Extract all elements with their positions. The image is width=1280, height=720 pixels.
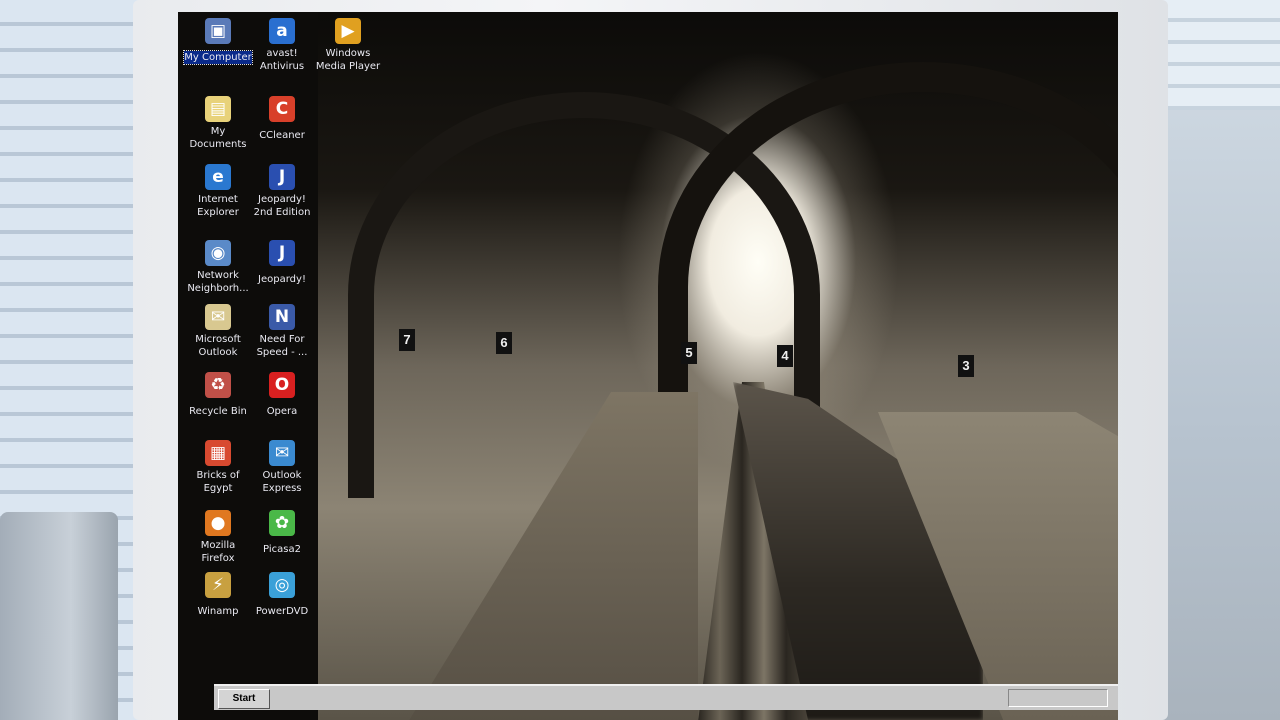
winamp-icon: ⚡ <box>205 572 231 598</box>
picasa-icon: ✿ <box>269 510 295 536</box>
opera-icon: O <box>269 372 295 398</box>
desktop-icon-label: Jeopardy! 2nd Edition <box>253 194 311 218</box>
platform-sign: 6 <box>496 332 512 354</box>
desktop-icon-label: Jeopardy! <box>258 274 306 285</box>
recycle-bin-icon: ♻ <box>205 372 231 398</box>
desktop-icon-label: Opera <box>266 406 298 417</box>
desktop-icon[interactable]: ◎ PowerDVD <box>240 572 324 619</box>
desktop-icon[interactable]: J Jeopardy! 2nd Edition <box>240 164 324 220</box>
powerdvd-icon: ◎ <box>269 572 295 598</box>
firefox-icon: ● <box>205 510 231 536</box>
desktop-icon-label: Internet Explorer <box>197 194 239 218</box>
desktop-icon-label: Winamp <box>197 606 239 617</box>
desktop-icon-label: PowerDVD <box>255 606 309 617</box>
platform-sign: 7 <box>399 329 415 351</box>
desktop-icon[interactable]: N Need For Speed - ... <box>240 304 324 360</box>
jeopardy-icon: J <box>269 240 295 266</box>
network-icon: ◉ <box>205 240 231 266</box>
desktop-icon-label: Recycle Bin <box>189 406 247 417</box>
desktop-icon[interactable]: C CCleaner <box>240 96 324 143</box>
system-tray[interactable] <box>1008 689 1108 707</box>
avast-icon: a <box>269 18 295 44</box>
desktop-icon-label: Mozilla Firefox <box>200 540 236 564</box>
desktop-screen: 7 6 5 4 3 ▣ My Computer a avast! Antivirus ▶… <box>178 12 1118 720</box>
computer-icon: ▣ <box>205 18 231 44</box>
desk-object <box>0 512 118 720</box>
platform-sign: 4 <box>777 345 793 367</box>
desktop-icon-label: Need For Speed - ... <box>256 334 308 358</box>
desktop-icon[interactable]: ✿ Picasa2 <box>240 510 324 557</box>
jeopardy-icon: J <box>269 164 295 190</box>
desktop-icon-label: My Documents <box>189 126 247 150</box>
desktop-icon-label: avast! Antivirus <box>259 48 305 72</box>
bricks-icon: ▦ <box>205 440 231 466</box>
start-button[interactable]: Start <box>218 689 270 709</box>
desktop-icon-label: CCleaner <box>259 130 305 141</box>
desktop-icon-label: Microsoft Outlook <box>195 334 241 358</box>
desktop-icon-label: Bricks of Egypt <box>196 470 240 494</box>
platform-sign: 3 <box>958 355 974 377</box>
platform-sign: 5 <box>681 342 697 364</box>
media-player-icon: ▶ <box>335 18 361 44</box>
outlook-icon: ✉ <box>205 304 231 330</box>
desktop-icon[interactable]: ▶ Windows Media Player <box>306 18 390 74</box>
desktop-icon-label: Windows Media Player <box>315 48 381 72</box>
nfs-icon: N <box>269 304 295 330</box>
outlook-express-icon: ✉ <box>269 440 295 466</box>
taskbar: Start <box>214 684 1118 710</box>
desktop-icon[interactable]: J Jeopardy! <box>240 240 324 287</box>
desktop-icon-label: Outlook Express <box>262 470 302 494</box>
desktop-icon[interactable]: O Opera <box>240 372 324 419</box>
desktop-icon-label: Picasa2 <box>263 544 301 555</box>
window-blinds-right <box>1150 0 1280 110</box>
folder-icon: ▤ <box>205 96 231 122</box>
ie-icon: e <box>205 164 231 190</box>
ccleaner-icon: C <box>269 96 295 122</box>
desktop-icon[interactable]: ✉ Outlook Express <box>240 440 324 496</box>
